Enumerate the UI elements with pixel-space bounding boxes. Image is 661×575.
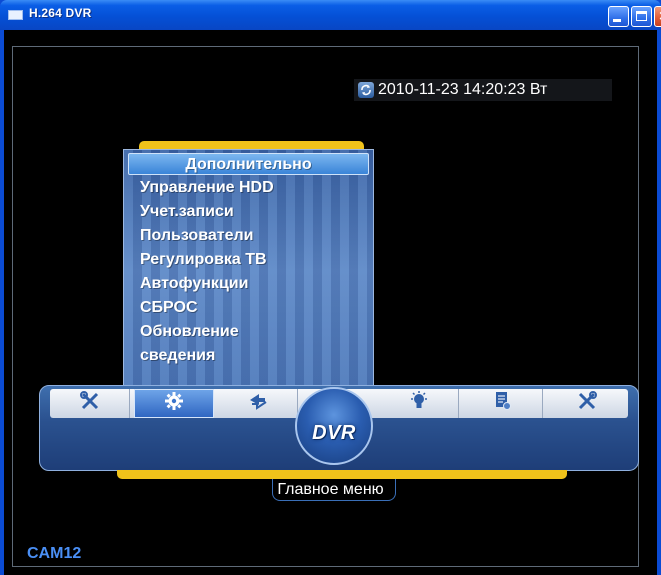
title-bar[interactable]: H.264 DVR ×	[0, 0, 661, 30]
lightbulb-icon	[409, 391, 429, 416]
window-title: H.264 DVR	[29, 6, 92, 20]
submenu-item-reset[interactable]: СБРОС	[140, 297, 198, 319]
submenu-item-advanced[interactable]: Дополнительно	[128, 153, 369, 175]
main-menu-accent	[117, 470, 567, 479]
submenu-item-info[interactable]: сведения	[140, 345, 215, 367]
dvr-screen: 2010-11-23 14:20:23 Вт Дополнительно Упр…	[4, 30, 657, 575]
dvr-logo: DVR	[312, 421, 356, 444]
backup-button[interactable]	[218, 389, 298, 418]
submenu-item-auto-functions[interactable]: Автофункции	[140, 273, 248, 295]
main-menu-caption: Главное меню	[277, 481, 384, 498]
shutdown-tools-button[interactable]	[547, 389, 627, 418]
advanced-submenu: Дополнительно Управление HDD Учет.записи…	[123, 149, 374, 419]
refresh-icon	[358, 82, 374, 98]
close-button[interactable]: ×	[654, 6, 661, 27]
submenu-item-users[interactable]: Пользователи	[140, 225, 253, 247]
datetime-text: 2010-11-23 14:20:23 Вт	[378, 81, 548, 98]
minimize-icon	[613, 19, 621, 22]
submenu-item-tv-adjust[interactable]: Регулировка ТВ	[140, 249, 267, 271]
settings-button[interactable]	[134, 389, 214, 418]
gear-icon	[164, 391, 184, 416]
document-icon	[494, 391, 512, 416]
minimize-button[interactable]	[608, 6, 629, 27]
arrows-icon	[247, 392, 269, 415]
tools-icon	[79, 391, 101, 416]
app-icon	[8, 10, 23, 20]
maximize-button[interactable]	[631, 6, 652, 27]
camera-label: CAM12	[27, 545, 82, 562]
submenu-item-update[interactable]: Обновление	[140, 321, 239, 343]
tools-button[interactable]	[50, 389, 130, 418]
info-button[interactable]	[463, 389, 543, 418]
dvr-window: H.264 DVR × 2010-11-23 14:20:23 Вт Допол…	[0, 0, 661, 575]
tools-icon	[576, 391, 598, 416]
submenu-item-accounts[interactable]: Учет.записи	[140, 201, 234, 223]
alarm-button[interactable]	[379, 389, 459, 418]
submenu-item-hdd-management[interactable]: Управление HDD	[140, 177, 274, 199]
maximize-icon	[636, 11, 647, 21]
datetime-display: 2010-11-23 14:20:23 Вт	[354, 79, 612, 101]
dvr-logo-button[interactable]: DVR	[295, 387, 373, 465]
